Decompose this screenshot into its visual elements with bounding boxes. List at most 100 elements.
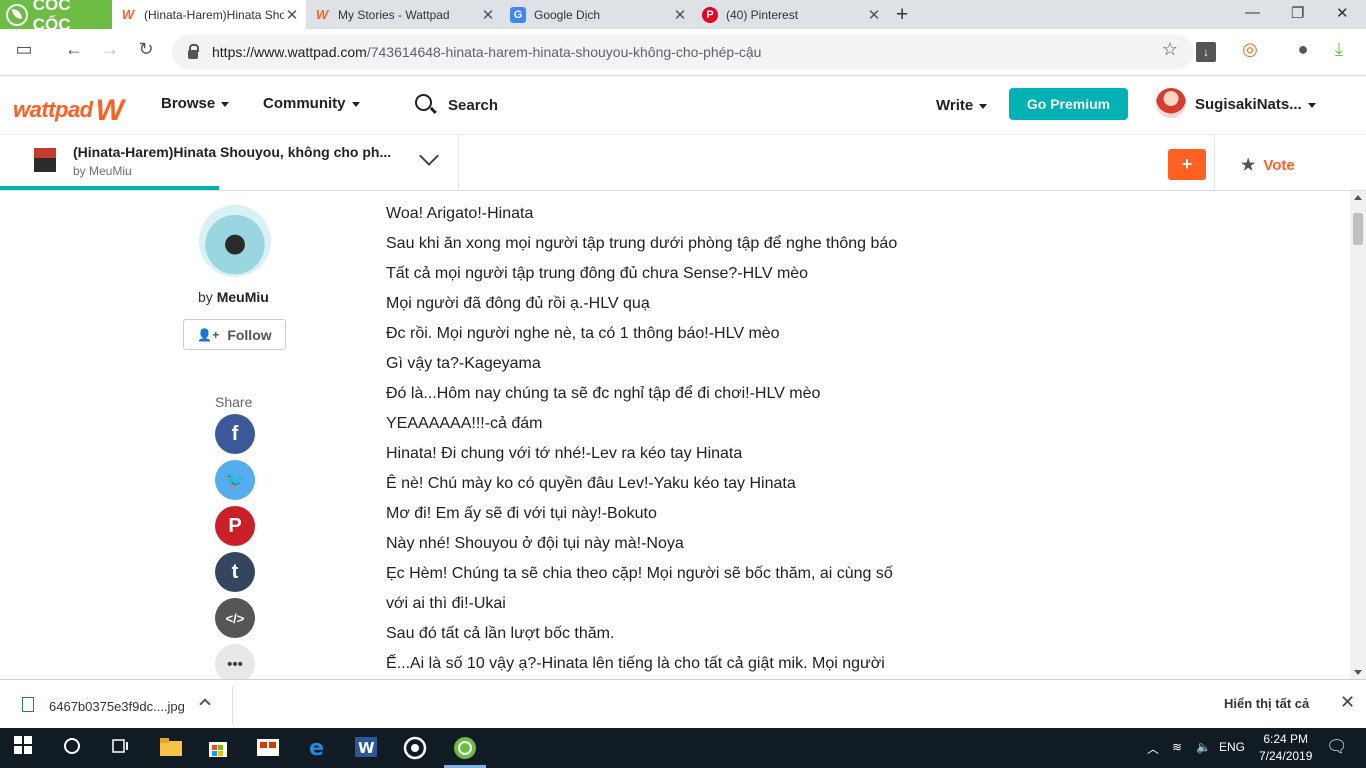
follow-label: Follow xyxy=(227,326,272,343)
go-premium-button[interactable]: Go Premium xyxy=(1009,88,1128,120)
tab-wattpad-story[interactable]: W (Hinata-Harem)Hinata Sho ✕ xyxy=(112,0,306,29)
download-icon[interactable]: ⤓ xyxy=(1327,39,1351,60)
facebook-share-icon[interactable]: f xyxy=(215,414,255,454)
wattpad-icon: W xyxy=(121,7,135,22)
wattpad-logo[interactable]: wattpad W xyxy=(13,91,124,127)
close-icon[interactable]: ✕ xyxy=(1340,692,1355,713)
download-item[interactable]: 6467b0375e3f9dc....jpg xyxy=(49,699,185,714)
tab-google-translate[interactable]: G Google Dịch ✕ xyxy=(502,0,694,29)
edge-icon[interactable]: e xyxy=(307,736,331,761)
show-all-downloads-link[interactable]: Hiển thị tất cả xyxy=(1224,696,1309,711)
svg-text:W: W xyxy=(358,739,375,757)
caret-down-icon xyxy=(351,101,360,107)
follow-button[interactable]: 👤+ Follow xyxy=(183,319,286,350)
story-cover-thumbnail[interactable] xyxy=(34,140,56,180)
coccoc-taskbar-icon[interactable] xyxy=(453,736,477,760)
tumblr-share-icon[interactable]: t xyxy=(215,552,255,592)
obs-icon[interactable] xyxy=(403,736,427,760)
scroll-down-icon[interactable] xyxy=(1354,670,1362,675)
add-to-list-button[interactable]: + xyxy=(1168,149,1206,180)
tab-my-stories[interactable]: W My Stories - Wattpad ✕ xyxy=(306,0,502,29)
close-icon[interactable]: ✕ xyxy=(284,6,300,24)
story-line: Ẹc Hèm! Chúng ta sẽ chia theo cặp! Mọi n… xyxy=(386,565,893,582)
browse-menu[interactable]: Browse xyxy=(161,95,230,112)
scroll-up-icon[interactable] xyxy=(1354,195,1362,200)
story-line: Ế...Ai là số 10 vậy ạ?-Hinata lên tiếng … xyxy=(386,655,885,672)
share-label: Share xyxy=(215,394,253,410)
window-close-icon[interactable]: ✕ xyxy=(1336,4,1349,22)
task-view-icon[interactable] xyxy=(110,736,134,760)
volume-icon[interactable]: 🔈 xyxy=(1196,740,1211,754)
user-avatar[interactable] xyxy=(1156,88,1186,118)
caret-down-icon xyxy=(979,103,988,109)
cortana-search-icon[interactable] xyxy=(62,736,86,760)
chevron-up-icon[interactable] xyxy=(199,698,211,710)
story-line: Mơ đi! Em ấy sẽ đi với tụi này!-Bokuto xyxy=(386,505,657,522)
minimize-icon[interactable]: — xyxy=(1245,4,1260,21)
close-icon[interactable]: ✕ xyxy=(866,6,882,24)
story-content: by MeuMiu 👤+ Follow Share f 🐦 P t </> •••… xyxy=(0,191,1350,679)
reading-progress-bar xyxy=(0,186,219,190)
search-button[interactable]: Search xyxy=(448,97,498,114)
maximize-icon[interactable]: ❐ xyxy=(1291,4,1304,22)
tab-pinterest[interactable]: P (40) Pinterest ✕ xyxy=(694,0,888,29)
store-icon[interactable] xyxy=(207,736,231,760)
reload-icon[interactable]: ↻ xyxy=(134,39,158,60)
search-icon[interactable] xyxy=(415,94,432,111)
close-icon[interactable]: ✕ xyxy=(672,6,688,24)
community-menu[interactable]: Community xyxy=(263,95,360,112)
scrollbar-thumb[interactable] xyxy=(1353,213,1363,245)
write-menu[interactable]: Write xyxy=(936,97,988,114)
story-line: Sau đó tất cả lần lượt bốc thăm. xyxy=(386,625,615,642)
pinterest-share-icon[interactable]: P xyxy=(215,506,255,546)
address-bar[interactable]: https://www.wattpad.com/743614648-hinata… xyxy=(172,35,1194,69)
story-toolbar: (Hinata-Harem)Hinata Shouyou, không cho … xyxy=(0,134,1366,191)
sidebar-icon[interactable]: ▭ xyxy=(12,39,36,60)
story-line: Tất cả mọi người tập trung đông đủ chưa … xyxy=(386,265,809,282)
word-icon[interactable]: W xyxy=(354,736,378,760)
story-title[interactable]: (Hinata-Harem)Hinata Shouyou, không cho … xyxy=(73,144,391,160)
savior-download-icon[interactable]: ↓ xyxy=(1196,42,1216,62)
coccoc-logo[interactable]: CỐC CỐC xyxy=(0,0,112,34)
back-icon[interactable]: ← xyxy=(62,39,86,60)
forward-icon[interactable]: → xyxy=(98,39,122,60)
author-avatar[interactable] xyxy=(199,205,271,277)
more-share-icon[interactable]: ••• xyxy=(215,644,255,679)
story-line: Sau khi ăn xong mọi người tập trung dưới… xyxy=(386,235,898,252)
new-tab-icon[interactable]: + xyxy=(896,3,908,27)
extension-icon[interactable]: ◎ xyxy=(1238,39,1262,60)
author-name[interactable]: MeuMiu xyxy=(217,289,269,305)
wattpad-icon: W xyxy=(315,7,329,22)
write-label: Write xyxy=(936,97,974,114)
embed-share-icon[interactable]: </> xyxy=(215,598,255,638)
language-indicator[interactable]: ENG xyxy=(1219,740,1245,754)
close-icon[interactable]: ✕ xyxy=(480,6,496,24)
show-hidden-icons-icon[interactable]: ︿ xyxy=(1147,740,1159,757)
windows-start-icon[interactable] xyxy=(14,736,38,760)
story-line: Gì vậy ta?-Kageyama xyxy=(386,355,541,372)
story-author[interactable]: by MeuMiu xyxy=(73,164,132,178)
divider xyxy=(458,135,459,191)
page-scrollbar[interactable] xyxy=(1350,191,1366,679)
user-menu[interactable]: SugisakiNats... xyxy=(1195,96,1316,113)
wattpad-w-icon: W xyxy=(95,94,124,127)
action-center-icon[interactable]: 🗨 xyxy=(1326,737,1348,757)
story-line: YEAAAAAA!!!-cả đám xyxy=(386,415,543,432)
lock-icon xyxy=(188,43,199,59)
bookmark-star-icon[interactable]: ☆ xyxy=(1158,39,1182,60)
chevron-down-icon[interactable] xyxy=(419,146,439,166)
star-icon: ★ xyxy=(1241,157,1256,174)
tab-title: Google Dịch xyxy=(534,7,601,22)
windows-taskbar: e W ︿ ≋ 🔈 ENG 6:24 PM 7/24/2019 🗨 xyxy=(0,728,1366,768)
system-clock[interactable]: 6:24 PM 7/24/2019 xyxy=(1259,731,1312,765)
tab-title: (40) Pinterest xyxy=(726,7,799,22)
wifi-icon[interactable]: ≋ xyxy=(1172,740,1182,754)
profile-icon[interactable]: ● xyxy=(1291,39,1315,60)
file-explorer-icon[interactable] xyxy=(159,736,183,760)
app-icon[interactable] xyxy=(256,736,280,760)
caret-down-icon xyxy=(1307,102,1316,108)
vote-button[interactable]: ★ Vote xyxy=(1241,155,1295,175)
twitter-share-icon[interactable]: 🐦 xyxy=(215,460,255,500)
logo-text: wattpad xyxy=(13,97,93,122)
clock-time: 6:24 PM xyxy=(1263,732,1309,746)
